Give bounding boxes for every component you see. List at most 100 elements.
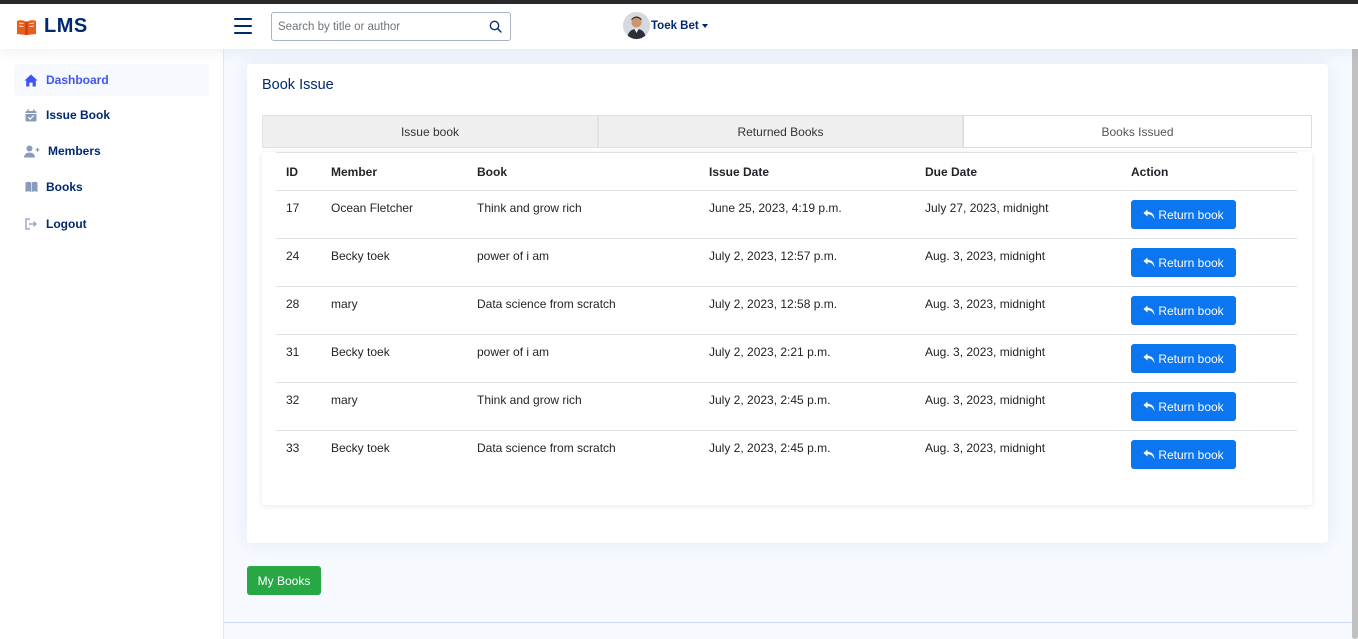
column-header-issue-date: Issue Date xyxy=(709,165,770,179)
person-add-icon xyxy=(24,144,40,158)
cell-book: power of i am xyxy=(477,345,550,359)
button-label: Return book xyxy=(1158,399,1224,414)
cell-due-date: Aug. 3, 2023, midnight xyxy=(925,393,1046,407)
reply-arrow-icon xyxy=(1143,353,1155,363)
cell-book: Think and grow rich xyxy=(477,201,582,215)
reply-arrow-icon xyxy=(1143,209,1155,219)
search-button[interactable] xyxy=(480,13,510,40)
my-books-button[interactable]: My Books xyxy=(247,566,321,595)
logo[interactable]: LMS xyxy=(16,15,88,38)
footer-divider xyxy=(224,622,1358,623)
menu-toggle-icon[interactable] xyxy=(234,18,252,34)
sidebar-item-label: Dashboard xyxy=(46,73,109,87)
calendar-check-icon xyxy=(24,108,38,122)
sidebar-item-label: Logout xyxy=(46,217,87,231)
sidebar-item-logout[interactable]: Logout xyxy=(14,208,209,240)
sidebar: Dashboard Issue Book Members Books Logou… xyxy=(0,49,224,639)
cell-member: Becky toek xyxy=(331,249,390,263)
column-header-member: Member xyxy=(331,165,378,179)
cell-member: Becky toek xyxy=(331,441,390,455)
return-book-button[interactable]: Return book xyxy=(1131,344,1236,373)
cell-issue-date: July 2, 2023, 2:45 p.m. xyxy=(709,393,831,407)
button-label: Return book xyxy=(1158,207,1224,222)
avatar xyxy=(623,12,650,39)
table-row: 32 mary Think and grow rich July 2, 2023… xyxy=(276,383,1297,431)
tab-books-issued[interactable]: Books Issued xyxy=(963,115,1312,148)
reply-arrow-icon xyxy=(1143,401,1155,411)
sidebar-item-books[interactable]: Books xyxy=(14,171,209,203)
return-book-button[interactable]: Return book xyxy=(1131,392,1236,421)
book-open-icon xyxy=(17,19,36,35)
button-label: Return book xyxy=(1158,351,1224,366)
cell-id: 33 xyxy=(286,441,300,455)
cell-book: Think and grow rich xyxy=(477,393,582,407)
column-header-book: Book xyxy=(477,165,507,179)
return-book-button[interactable]: Return book xyxy=(1131,248,1236,277)
reply-arrow-icon xyxy=(1143,449,1155,459)
search-bar xyxy=(271,12,511,41)
header: LMS Toek Bet xyxy=(0,4,1358,49)
table-row: 31 Becky toek power of i am July 2, 2023… xyxy=(276,335,1297,383)
chevron-down-icon xyxy=(701,23,708,28)
logout-icon xyxy=(24,217,38,231)
column-header-due-date: Due Date xyxy=(925,165,978,179)
cell-id: 24 xyxy=(286,249,300,263)
reply-arrow-icon xyxy=(1143,257,1155,267)
cell-id: 17 xyxy=(286,201,300,215)
profile-dropdown[interactable]: Toek Bet xyxy=(623,12,708,39)
scrollbar-thumb[interactable] xyxy=(1352,4,1358,639)
return-book-button[interactable]: Return book xyxy=(1131,200,1236,229)
sidebar-item-label: Books xyxy=(46,180,83,194)
issued-books-table: ID Member Book Issue Date Due Date Actio… xyxy=(262,152,1312,505)
cell-book: Data science from scratch xyxy=(477,441,616,455)
cell-book: power of i am xyxy=(477,249,550,263)
cell-id: 32 xyxy=(286,393,300,407)
cell-due-date: Aug. 3, 2023, midnight xyxy=(925,297,1046,311)
page-scrollbar[interactable] xyxy=(1352,4,1358,639)
cell-issue-date: June 25, 2023, 4:19 p.m. xyxy=(709,201,842,215)
table-header: ID Member Book Issue Date Due Date Actio… xyxy=(276,154,1297,191)
tab-bar: Issue book Returned Books Books Issued xyxy=(262,115,1312,148)
cell-issue-date: July 2, 2023, 12:58 p.m. xyxy=(709,297,838,311)
reply-arrow-icon xyxy=(1143,305,1155,315)
tab-returned-books[interactable]: Returned Books xyxy=(598,115,963,148)
search-input[interactable] xyxy=(272,13,480,40)
tab-issue-book[interactable]: Issue book xyxy=(262,115,598,148)
button-label: Return book xyxy=(1158,447,1224,462)
logo-text: LMS xyxy=(44,15,88,37)
table-row: 28 mary Data science from scratch July 2… xyxy=(276,287,1297,335)
cell-member: Ocean Fletcher xyxy=(331,201,414,215)
profile-name: Toek Bet xyxy=(651,19,699,32)
return-book-button[interactable]: Return book xyxy=(1131,296,1236,325)
cell-due-date: Aug. 3, 2023, midnight xyxy=(925,441,1046,455)
cell-id: 31 xyxy=(286,345,300,359)
table-row: 17 Ocean Fletcher Think and grow rich Ju… xyxy=(276,191,1297,239)
cell-id: 28 xyxy=(286,297,300,311)
sidebar-item-members[interactable]: Members xyxy=(14,135,209,167)
cell-due-date: Aug. 3, 2023, midnight xyxy=(925,249,1046,263)
divider xyxy=(276,152,1297,153)
sidebar-item-label: Issue Book xyxy=(46,108,111,122)
cell-issue-date: July 2, 2023, 12:57 p.m. xyxy=(709,249,838,263)
button-label: Return book xyxy=(1158,255,1224,270)
sidebar-item-dashboard[interactable]: Dashboard xyxy=(14,64,209,96)
cell-book: Data science from scratch xyxy=(477,297,616,311)
cell-member: mary xyxy=(331,393,358,407)
book-icon xyxy=(24,180,38,194)
button-label: Return book xyxy=(1158,303,1224,318)
table-row: 24 Becky toek power of i am July 2, 2023… xyxy=(276,239,1297,287)
house-icon xyxy=(24,73,38,87)
sidebar-item-issue-book[interactable]: Issue Book xyxy=(14,99,209,131)
cell-due-date: Aug. 3, 2023, midnight xyxy=(925,345,1046,359)
column-header-id: ID xyxy=(286,165,298,179)
cell-issue-date: July 2, 2023, 2:21 p.m. xyxy=(709,345,831,359)
cell-issue-date: July 2, 2023, 2:45 p.m. xyxy=(709,441,831,455)
sidebar-item-label: Members xyxy=(48,144,101,158)
cell-member: Becky toek xyxy=(331,345,390,359)
return-book-button[interactable]: Return book xyxy=(1131,440,1236,469)
column-header-action: Action xyxy=(1131,165,1169,179)
search-icon xyxy=(489,20,502,33)
table-row: 33 Becky toek Data science from scratch … xyxy=(276,431,1297,479)
cell-due-date: July 27, 2023, midnight xyxy=(925,201,1049,215)
page-title: Book Issue xyxy=(262,77,334,93)
